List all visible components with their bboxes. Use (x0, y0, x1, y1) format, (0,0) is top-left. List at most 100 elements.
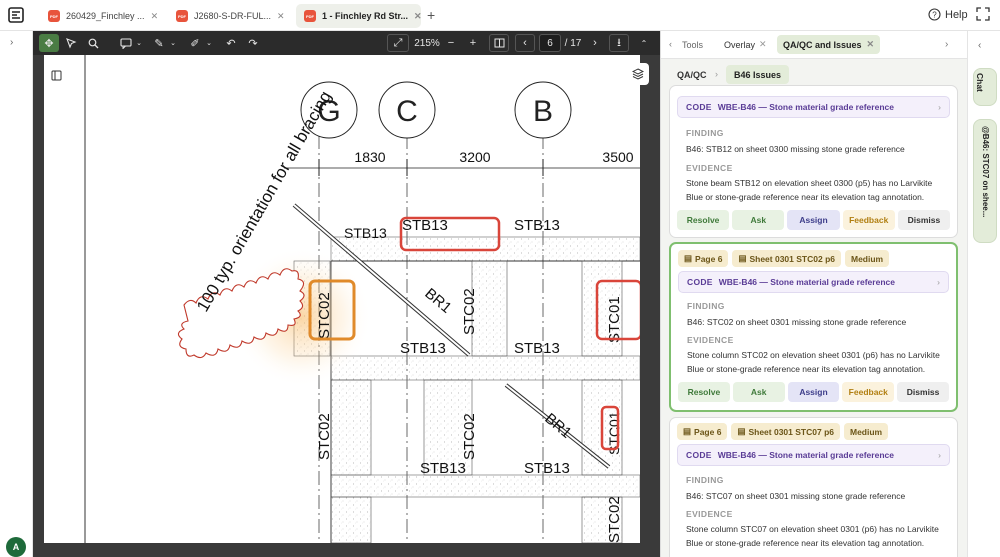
collapse-rail-icon[interactable]: ‹ (978, 40, 981, 51)
code-row[interactable]: CODE WBE-B46 — Stone material grade refe… (678, 271, 949, 293)
member-label: STB13 (514, 217, 560, 234)
pan-tool-icon[interactable]: ✥ (39, 34, 59, 52)
zoom-level[interactable]: 215% (413, 34, 441, 52)
user-avatar[interactable]: A (6, 537, 26, 557)
thumbnails-toggle-icon[interactable] (45, 64, 67, 86)
sheet-chip[interactable]: ▤ Sheet 0301 STC07 p6 (731, 423, 840, 440)
finding-text: B46: STC02 on sheet 0301 missing stone g… (687, 317, 907, 327)
chat-tab[interactable]: Chat (973, 68, 997, 106)
resolve-button[interactable]: Resolve (678, 382, 730, 402)
breadcrumb-separator-icon: › (715, 69, 718, 79)
severity-badge: Medium (843, 423, 889, 440)
tab-overlay[interactable]: Overlay (724, 40, 755, 50)
fit-page-icon[interactable]: ⤢ (387, 34, 409, 52)
doc-icon: ▤ (737, 426, 746, 436)
sheet-chip-label: Sheet 0301 STC02 p6 (749, 253, 835, 264)
member-label: STC02 (461, 288, 478, 335)
chevron-down-icon[interactable]: ⌄ (205, 34, 213, 52)
evidence-label: EVIDENCE (686, 163, 733, 173)
ask-button[interactable]: Ask (732, 382, 785, 402)
tab-label: 260429_Finchley ... (66, 11, 145, 21)
tab-file-3[interactable]: PDF 1 - Finchley Rd Str... ✕ (296, 4, 421, 28)
dimension-3: 3500 (602, 149, 633, 165)
chevron-right-icon: › (937, 277, 940, 287)
zoom-in-icon[interactable]: + (465, 34, 481, 52)
select-tool-icon[interactable] (63, 34, 79, 52)
code-label: CODE (686, 102, 712, 112)
close-icon[interactable]: ✕ (867, 39, 875, 50)
next-page-icon[interactable]: › (585, 34, 605, 52)
evidence-text: Stone beam STB12 on elevation sheet 0300… (686, 178, 933, 202)
undo-icon[interactable]: ↶ (223, 34, 239, 52)
feedback-button[interactable]: Feedback (842, 382, 895, 402)
split-view-icon[interactable] (489, 34, 509, 52)
pdf-viewer[interactable]: G C B 1830 3200 3500 100 typ. orientatio… (33, 55, 660, 557)
page-number-input[interactable]: 6 (539, 34, 561, 52)
chevron-down-icon[interactable]: ⌄ (169, 34, 177, 52)
close-icon[interactable]: ✕ (151, 11, 159, 22)
tab-tools[interactable]: Tools (682, 40, 703, 50)
card-meta: ▤ Page 6 ▤ Sheet 0301 STC07 p6 Medium (677, 423, 892, 440)
tab-file-1[interactable]: PDF 260429_Finchley ... ✕ (40, 4, 164, 28)
breadcrumb-current[interactable]: B46 Issues (726, 65, 790, 84)
back-icon[interactable]: ‹ (669, 39, 672, 49)
ask-button[interactable]: Ask (732, 210, 785, 230)
dimension-1: 1830 (354, 149, 385, 165)
evidence-label: EVIDENCE (687, 335, 734, 345)
page-chip[interactable]: ▤ Page 6 (678, 250, 729, 267)
code-row[interactable]: CODE WBE-B46 — Stone material grade refe… (677, 96, 950, 118)
doc-icon: ▤ (738, 253, 747, 263)
help-icon: ? (928, 8, 941, 21)
expand-sidebar-icon[interactable]: › (10, 37, 13, 48)
qa-panel: ‹ Tools Overlay ✕ QA/QC and Issues ✕ › Q… (660, 31, 967, 557)
assign-button[interactable]: Assign (787, 382, 840, 402)
markup-tool-icon[interactable]: ✐ (187, 34, 203, 52)
right-rail: ‹ Chat @B46: STC07 on shee... (967, 31, 1000, 557)
app-logo[interactable] (8, 7, 24, 23)
chevron-right-icon[interactable]: › (945, 39, 948, 50)
redo-icon[interactable]: ↷ (245, 34, 261, 52)
sheet-chip[interactable]: ▤ Sheet 0301 STC02 p6 (732, 250, 841, 267)
breadcrumb-root[interactable]: QA/QC (677, 70, 707, 80)
zoom-out-icon[interactable]: − (443, 34, 459, 52)
comment-tool-icon[interactable] (115, 34, 137, 52)
new-tab-button[interactable]: + (427, 7, 435, 23)
tab-bar: PDF 260429_Finchley ... ✕ PDF J2680-S-DR… (0, 0, 1000, 31)
collapse-toolbar-icon[interactable]: ⌃ (637, 34, 651, 52)
feedback-button[interactable]: Feedback (842, 210, 895, 230)
card-meta: ▤ Page 6 ▤ Sheet 0301 STC02 p6 Medium (678, 250, 893, 267)
member-label: STB13 (514, 340, 560, 357)
close-icon[interactable]: ✕ (759, 39, 767, 50)
dismiss-button[interactable]: Dismiss (897, 210, 951, 230)
pdf-icon: PDF (304, 10, 316, 22)
pen-tool-icon[interactable]: ✎ (151, 34, 167, 52)
issue-card[interactable]: CODE WBE-B46 — Stone material grade refe… (669, 85, 958, 238)
issue-thread-tab[interactable]: @B46: STC07 on shee... (973, 119, 997, 243)
tab-label: 1 - Finchley Rd Str... (322, 11, 409, 21)
layers-icon[interactable] (627, 63, 649, 85)
close-icon[interactable]: ✕ (277, 11, 285, 22)
grid-label-c: C (396, 95, 418, 128)
issue-card[interactable]: ▤ Page 6 ▤ Sheet 0301 STC07 p6 Medium CODE… (669, 417, 958, 557)
search-icon[interactable] (85, 34, 101, 52)
dismiss-button[interactable]: Dismiss (897, 382, 949, 402)
page-chip[interactable]: ▤ Page 6 (677, 423, 728, 440)
panel-tabs: ‹ Tools Overlay ✕ QA/QC and Issues ✕ › (661, 31, 967, 59)
chevron-down-icon[interactable]: ⌄ (135, 34, 143, 52)
tab-qa-issues[interactable]: QA/QC and Issues ✕ (777, 35, 881, 54)
member-label: STB13 (344, 225, 387, 241)
resolve-button[interactable]: Resolve (677, 210, 730, 230)
assign-button[interactable]: Assign (787, 210, 840, 230)
close-icon[interactable]: ✕ (414, 11, 421, 22)
page-total: / 17 (564, 37, 582, 49)
code-row[interactable]: CODE WBE-B46 — Stone material grade refe… (677, 444, 950, 466)
fullscreen-icon[interactable] (976, 7, 990, 26)
code-value: WBE-B46 — Stone material grade reference (717, 450, 894, 460)
prev-page-icon[interactable]: ‹ (515, 34, 535, 52)
tab-file-2[interactable]: PDF J2680-S-DR-FUL... ✕ (168, 4, 292, 28)
grid-bubble-b: B (514, 81, 572, 139)
download-icon[interactable]: ⭳ (609, 34, 629, 52)
issue-card-selected[interactable]: ▤ Page 6 ▤ Sheet 0301 STC02 p6 Medium CODE… (669, 242, 958, 412)
help-button[interactable]: ? Help (928, 8, 968, 21)
doc-icon: ▤ (683, 426, 692, 436)
